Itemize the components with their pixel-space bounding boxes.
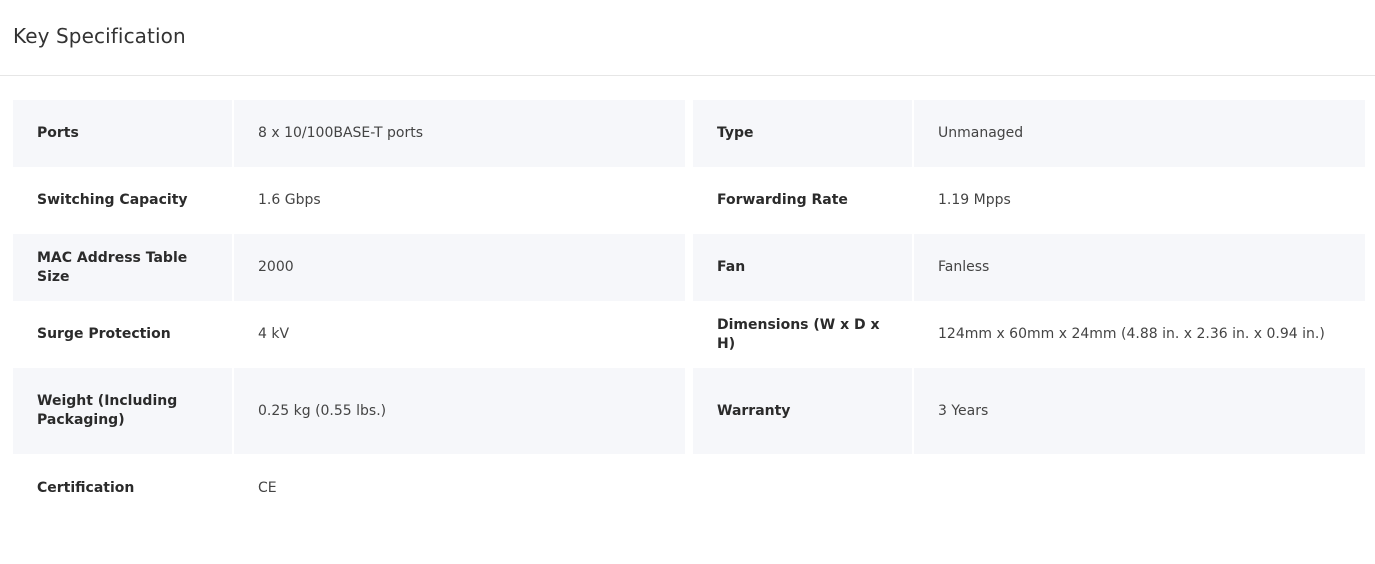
spec-row: Weight (Including Packaging) 0.25 kg (0.… bbox=[13, 368, 1365, 454]
spec-cell-left: Weight (Including Packaging) 0.25 kg (0.… bbox=[13, 368, 685, 454]
spec-cell-right: Dimensions (W x D x H) 124mm x 60mm x 24… bbox=[693, 301, 1365, 368]
spec-cell-right: Warranty 3 Years bbox=[693, 368, 1365, 454]
spec-value: 4 kV bbox=[258, 326, 290, 342]
page-title: Key Specification bbox=[13, 24, 186, 48]
spec-header: Key Specification bbox=[0, 0, 1375, 76]
spec-value: 1.6 Gbps bbox=[258, 192, 321, 208]
spec-label: Forwarding Rate bbox=[717, 192, 848, 208]
spec-value: 1.19 Mpps bbox=[938, 192, 1011, 208]
spec-label: Type bbox=[693, 100, 912, 167]
spec-row: Ports 8 x 10/100BASE-T ports Type Unmana… bbox=[13, 100, 1365, 167]
spec-cell-left: Ports 8 x 10/100BASE-T ports bbox=[13, 100, 685, 167]
spec-label: MAC Address Table Size bbox=[13, 234, 232, 301]
spec-cell-right: Forwarding Rate 1.19 Mpps bbox=[693, 167, 1365, 234]
spec-label: Weight (Including Packaging) bbox=[13, 368, 232, 454]
spec-cell-right: Type Unmanaged bbox=[693, 100, 1365, 167]
spec-cell-left: Certification CE bbox=[13, 454, 685, 522]
spec-label: Switching Capacity bbox=[37, 192, 188, 208]
spec-label: Warranty bbox=[693, 368, 912, 454]
spec-cell-left: MAC Address Table Size 2000 bbox=[13, 234, 685, 301]
spec-cell-right: Fan Fanless bbox=[693, 234, 1365, 301]
spec-label: Ports bbox=[13, 100, 232, 167]
spec-value: 2000 bbox=[234, 234, 685, 301]
spec-label: Dimensions (W x D x H) bbox=[717, 316, 880, 352]
spec-label: Certification bbox=[37, 479, 135, 496]
spec-table: Ports 8 x 10/100BASE-T ports Type Unmana… bbox=[13, 100, 1365, 522]
spec-label: Fan bbox=[693, 234, 912, 301]
spec-value: 8 x 10/100BASE-T ports bbox=[234, 100, 685, 167]
spec-value: Fanless bbox=[914, 234, 1365, 301]
spec-value: CE bbox=[258, 479, 277, 496]
spec-value: 0.25 kg (0.55 lbs.) bbox=[234, 368, 685, 454]
spec-row: Certification CE bbox=[13, 454, 1365, 522]
spec-row: Switching Capacity 1.6 Gbps Forwarding R… bbox=[13, 167, 1365, 234]
spec-row: Surge Protection 4 kV Dimensions (W x D … bbox=[13, 301, 1365, 368]
spec-cell-left: Surge Protection 4 kV bbox=[13, 301, 685, 368]
spec-cell-left: Switching Capacity 1.6 Gbps bbox=[13, 167, 685, 234]
spec-value: Unmanaged bbox=[914, 100, 1365, 167]
spec-value: 124mm x 60mm x 24mm (4.88 in. x 2.36 in.… bbox=[938, 326, 1325, 342]
spec-row: MAC Address Table Size 2000 Fan Fanless bbox=[13, 234, 1365, 301]
spec-value: 3 Years bbox=[914, 368, 1365, 454]
spec-label: Surge Protection bbox=[37, 326, 171, 342]
